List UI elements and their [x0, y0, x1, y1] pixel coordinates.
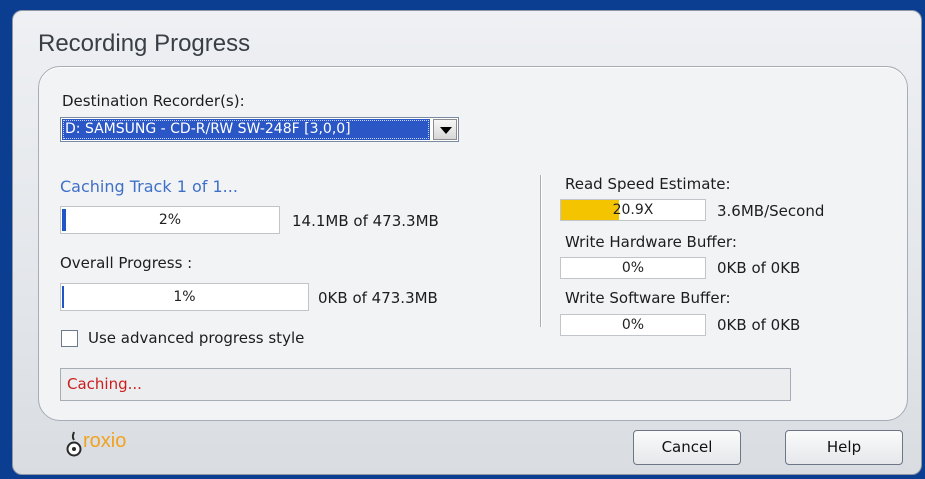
hw-buffer-percent: 0%	[621, 260, 645, 276]
overall-progress-label: Overall Progress :	[60, 254, 193, 272]
track-status-label: Caching Track 1 of 1...	[60, 177, 238, 196]
overall-progress-percent: 1%	[173, 289, 196, 305]
advanced-progress-checkbox[interactable]	[61, 330, 78, 347]
read-speed-rate: 3.6MB/Second	[717, 202, 825, 220]
chevron-down-icon[interactable]	[433, 119, 457, 140]
logo-text: roxio	[83, 430, 127, 452]
destination-label: Destination Recorder(s):	[62, 92, 245, 110]
track-size-text: 14.1MB of 473.3MB	[292, 212, 439, 230]
destination-recorder-select[interactable]: D: SAMSUNG - CD-R/RW SW-248F [3,0,0]	[60, 117, 459, 142]
cancel-button[interactable]: Cancel	[633, 430, 741, 465]
track-progress-percent: 2%	[158, 212, 182, 228]
sw-buffer-size: 0KB of 0KB	[717, 316, 801, 334]
roxio-logo-icon	[66, 431, 82, 457]
read-speed-label: Read Speed Estimate:	[565, 175, 731, 193]
sw-buffer-percent: 0%	[621, 317, 645, 333]
overall-size-text: 0KB of 473.3MB	[318, 289, 438, 307]
help-button[interactable]: Help	[785, 430, 903, 465]
track-progress-bar: 2%	[60, 206, 280, 234]
status-message: Caching...	[60, 368, 791, 401]
hw-buffer-bar: 0%	[560, 257, 706, 279]
hw-buffer-size: 0KB of 0KB	[717, 259, 801, 277]
advanced-progress-label[interactable]: Use advanced progress style	[88, 329, 304, 347]
hw-buffer-label: Write Hardware Buffer:	[565, 233, 737, 251]
destination-recorder-value: D: SAMSUNG - CD-R/RW SW-248F [3,0,0]	[62, 119, 430, 140]
overall-progress-bar: 1%	[60, 283, 309, 311]
section-divider	[540, 175, 541, 327]
window-title: Recording Progress	[38, 30, 251, 57]
sw-buffer-bar: 0%	[560, 314, 706, 336]
read-speed-value: 20.9X	[612, 202, 654, 218]
sw-buffer-label: Write Software Buffer:	[565, 289, 731, 307]
read-speed-bar: 20.9X	[560, 199, 706, 221]
